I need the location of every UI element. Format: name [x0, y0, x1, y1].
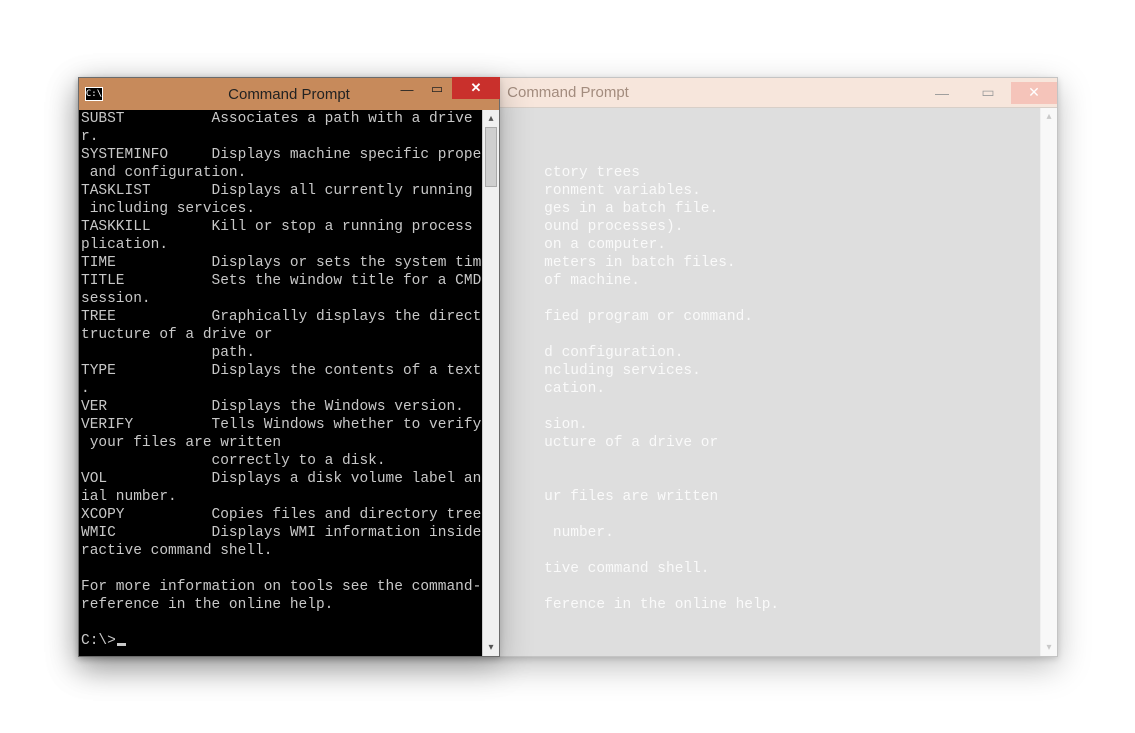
close-icon: ✕ [471, 80, 482, 96]
minimize-button[interactable]: — [392, 78, 422, 100]
close-button[interactable]: ✕ [1011, 82, 1057, 104]
minimize-button[interactable]: — [919, 82, 965, 104]
maximize-button[interactable]: ▭ [422, 78, 452, 100]
console-text: SUBST Associates a path with a drive let… [81, 111, 482, 649]
minimize-icon: — [401, 82, 414, 97]
minimize-icon: — [935, 85, 949, 101]
window-controls-active: — ▭ ✕ [392, 78, 499, 110]
scrollbar-inactive[interactable]: ▴ ▾ [1040, 108, 1057, 656]
console-output-active[interactable]: SUBST Associates a path with a drive let… [79, 110, 482, 656]
scroll-down-icon[interactable]: ▾ [1041, 639, 1057, 656]
scroll-up-icon[interactable]: ▴ [1041, 108, 1057, 125]
window-controls-inactive: — ▭ ✕ [919, 82, 1057, 104]
scroll-down-icon[interactable]: ▾ [483, 639, 499, 656]
scroll-up-icon[interactable]: ▴ [483, 110, 499, 127]
maximize-button[interactable]: ▭ [965, 82, 1011, 104]
scroll-thumb[interactable] [485, 127, 497, 187]
scrollbar-active[interactable]: ▴ ▾ [482, 110, 499, 656]
maximize-icon: ▭ [431, 81, 443, 97]
cmd-window-active: C:\ Command Prompt — ▭ ✕ SUBST Associate… [78, 77, 500, 657]
close-button[interactable]: ✕ [452, 77, 500, 99]
close-icon: ✕ [1028, 84, 1040, 101]
app-icon[interactable]: C:\ [85, 87, 103, 101]
cursor-icon [117, 643, 126, 646]
maximize-icon: ▭ [981, 84, 994, 101]
scroll-track[interactable] [483, 127, 499, 639]
client-area-active: SUBST Associates a path with a drive let… [79, 110, 499, 656]
app-icon-text: C:\ [86, 89, 102, 99]
titlebar-active[interactable]: C:\ Command Prompt — ▭ ✕ [79, 78, 499, 110]
